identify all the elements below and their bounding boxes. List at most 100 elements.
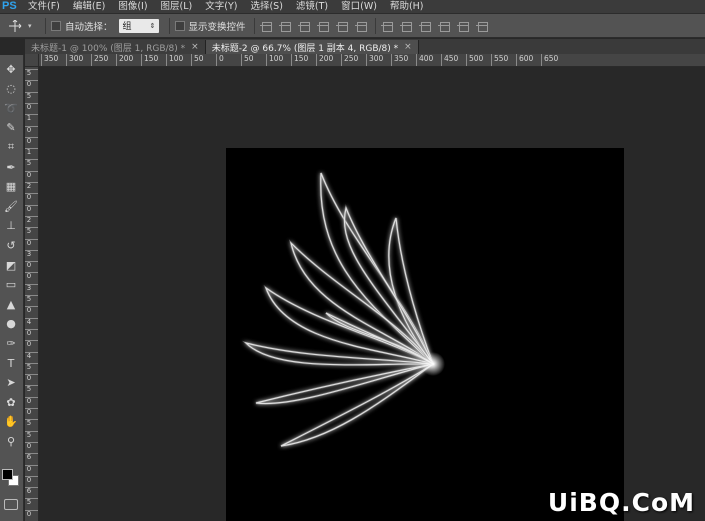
ruler-mark: 400: [416, 54, 433, 66]
distribute-bottom-icon[interactable]: [418, 20, 431, 32]
shape-tool-icon[interactable]: ✿: [2, 394, 20, 410]
quick-select-tool-icon[interactable]: ✎: [2, 120, 20, 136]
ruler-mark: 0: [25, 238, 38, 247]
distribute-hcenter-icon[interactable]: [456, 20, 469, 32]
ruler-mark: 3: [25, 249, 38, 258]
ruler-mark: 150: [291, 54, 308, 66]
ruler-mark: 0: [25, 328, 38, 337]
ruler-mark: 500: [466, 54, 483, 66]
auto-select-checkbox[interactable]: [51, 20, 61, 31]
menu-image[interactable]: 图像(I): [118, 0, 147, 13]
ruler-mark: 3: [25, 283, 38, 292]
marquee-tool-icon[interactable]: ◌: [2, 81, 20, 97]
document-canvas[interactable]: [226, 148, 624, 521]
ruler-mark: 5: [25, 295, 38, 303]
auto-select-dropdown[interactable]: 组 ⇕: [118, 18, 159, 33]
ruler-mark: 0: [25, 374, 38, 382]
ruler-mark: 650: [541, 54, 558, 66]
history-brush-tool-icon[interactable]: ↺: [2, 237, 20, 253]
ruler-mark: 50: [241, 54, 254, 66]
tab-label: 未标题-2 @ 66.7% (图层 1 副本 4, RGB/8) *: [211, 43, 399, 54]
ruler-corner: [25, 54, 39, 67]
path-select-tool-icon[interactable]: ➤: [2, 375, 20, 391]
ruler-mark: 100: [166, 54, 183, 66]
eyedropper-tool-icon[interactable]: ✒: [2, 159, 20, 175]
distribute-top-icon[interactable]: [380, 20, 393, 32]
align-buttons: [259, 20, 367, 32]
distribute-left-icon[interactable]: [437, 20, 450, 32]
ruler-mark: 0: [25, 193, 38, 201]
ruler-mark: 350: [41, 54, 58, 66]
foreground-color-swatch[interactable]: [2, 469, 13, 480]
align-left-icon[interactable]: [316, 20, 329, 32]
eraser-tool-icon[interactable]: ◩: [2, 257, 20, 273]
ruler-mark: 200: [316, 54, 333, 66]
show-transform-checkbox[interactable]: [174, 20, 185, 31]
menu-select[interactable]: 选择(S): [250, 0, 282, 13]
menu-file[interactable]: 文件(F): [28, 0, 60, 13]
ruler-mark: 5: [25, 159, 38, 167]
align-top-icon[interactable]: [259, 20, 272, 32]
brush-tool-icon[interactable]: 🖌: [2, 198, 20, 214]
ruler-mark: 0: [25, 464, 38, 473]
pen-tool-icon[interactable]: ✑: [2, 335, 20, 351]
photoshop-logo: PS: [2, 0, 17, 12]
separator: [45, 17, 46, 34]
ruler-mark: 1: [25, 114, 38, 122]
close-icon[interactable]: ×: [191, 42, 199, 52]
align-vcenter-icon[interactable]: [278, 20, 291, 32]
align-hcenter-icon[interactable]: [335, 20, 348, 32]
ruler-mark: 100: [266, 54, 283, 66]
zoom-tool-icon[interactable]: ⚲: [2, 433, 20, 449]
type-tool-icon[interactable]: T: [2, 355, 20, 371]
ruler-mark: 4: [25, 351, 38, 360]
ruler-mark: 0: [25, 396, 38, 405]
lasso-tool-icon[interactable]: ➰: [2, 100, 20, 116]
ruler-mark: 0: [25, 306, 38, 314]
ruler-mark: 5: [25, 419, 38, 427]
menu-window[interactable]: 窗口(W): [341, 0, 377, 13]
ruler-mark: 0: [25, 261, 38, 269]
gradient-tool-icon[interactable]: ▭: [2, 277, 20, 293]
horizontal-ruler[interactable]: 350 300 250 200 150 100 50 0 50 100 150 200 250 300 35…: [39, 54, 705, 67]
tab-document-1[interactable]: 未标题-1 @ 100% (图层 1, RGB/8) * ×: [25, 40, 206, 54]
menu-type[interactable]: 文字(Y): [205, 0, 237, 13]
ruler-mark: 0: [25, 125, 38, 134]
crop-tool-icon[interactable]: ⌗: [2, 139, 20, 155]
options-bar: ▾ 自动选择： 组 ⇕ 显示变换控件: [0, 13, 705, 38]
chevron-down-icon: ▾: [28, 21, 32, 30]
menu-help[interactable]: 帮助(H): [390, 0, 424, 13]
vertical-ruler[interactable]: 5 0 5 0 1 0 0 1 5 0 2 0 0 2 5 0 3 0 0 3 5 0 4 0 0 4 5 0 5 0 0 5 5 0 6 0 0 6 5 0: [25, 67, 39, 521]
ruler-mark: 5: [25, 69, 38, 77]
align-right-icon[interactable]: [354, 20, 367, 32]
ruler-mark: 5: [25, 227, 38, 235]
canvas-workspace[interactable]: UiBQ.CoM: [40, 68, 705, 521]
ruler-mark: 0: [25, 102, 38, 111]
quick-mask-icon[interactable]: [4, 499, 18, 510]
separator: [253, 17, 255, 34]
blur-tool-icon[interactable]: ▲: [2, 296, 20, 312]
close-icon[interactable]: ×: [404, 42, 412, 52]
ruler-mark: 0: [25, 136, 38, 145]
tab-label: 未标题-1 @ 100% (图层 1, RGB/8) *: [31, 43, 186, 54]
ruler-mark: 300: [366, 54, 383, 66]
distribute-right-icon[interactable]: [475, 20, 488, 32]
tab-document-2[interactable]: 未标题-2 @ 66.7% (图层 1 副本 4, RGB/8) * ×: [205, 40, 419, 54]
ruler-mark: 5: [25, 498, 38, 506]
feather-stroke: [280, 362, 435, 448]
dodge-tool-icon[interactable]: ●: [2, 316, 20, 332]
clone-stamp-tool-icon[interactable]: ⊥: [2, 218, 20, 234]
menu-filter[interactable]: 滤镜(T): [296, 0, 328, 13]
menu-edit[interactable]: 编辑(E): [73, 0, 105, 13]
menu-layer[interactable]: 图层(L): [161, 0, 193, 13]
move-tool-icon[interactable]: ✥: [2, 61, 20, 77]
hand-tool-icon[interactable]: ✋: [2, 414, 20, 430]
tool-preset-picker[interactable]: ▾: [0, 15, 40, 37]
healing-brush-tool-icon[interactable]: ▦: [2, 179, 20, 195]
ruler-mark: 0: [216, 54, 224, 66]
separator: [374, 17, 376, 34]
distribute-vcenter-icon[interactable]: [399, 20, 412, 32]
distribute-buttons: [380, 20, 488, 32]
ruler-mark: 0: [25, 170, 38, 179]
align-bottom-icon[interactable]: [297, 20, 310, 32]
